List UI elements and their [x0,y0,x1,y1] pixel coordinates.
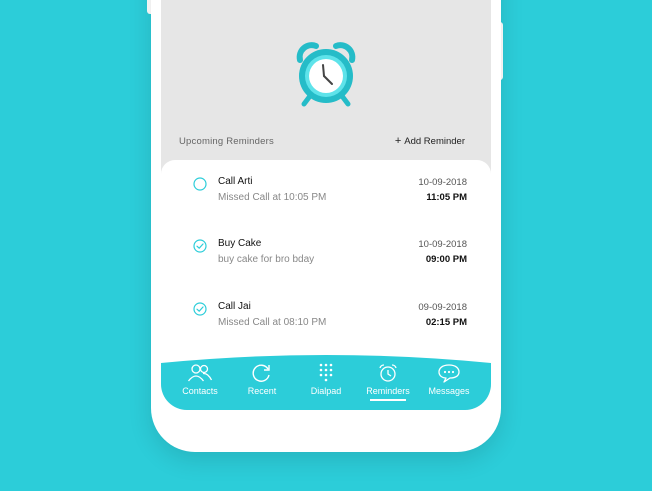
tab-recent[interactable]: Recent [231,363,293,407]
tab-label: Reminders [366,386,410,396]
tab-messages[interactable]: Messages [418,363,480,407]
tab-label: Messages [428,386,470,396]
app-screen: Upcoming Reminders + Add Reminder Call Ar… [161,0,491,410]
tab-dialpad[interactable]: Dialpad [295,363,357,407]
list-item[interactable]: Call Jai Missed Call at 08:10 PM 09-09-2… [161,289,491,339]
reminder-title: Buy Cake [218,238,262,249]
unchecked-circle-icon[interactable] [193,177,207,191]
chat-bubble-icon [438,364,460,383]
reminder-time: 02:15 PM [425,317,467,328]
reminder-date: 10-09-2018 [418,239,467,250]
contacts-icon [187,364,213,382]
list-item[interactable]: Buy Cake buy cake for bro bday 10-09-201… [161,226,491,276]
refresh-icon [252,364,270,382]
reminder-date: 10-09-2018 [418,177,467,188]
phone-frame: Upcoming Reminders + Add Reminder Call Ar… [151,0,501,452]
tab-label: Contacts [182,386,218,396]
reminder-title: Call Arti [218,176,253,187]
plus-icon: + [394,135,402,147]
reminder-date: 09-09-2018 [418,302,467,313]
checked-circle-icon[interactable] [193,239,207,253]
tab-label: Dialpad [310,386,342,396]
bottom-tab-bar: Contacts Recent Dialpad Reminders Messag… [161,353,491,410]
add-reminder-label: Add Reminder [404,136,465,147]
tab-contacts[interactable]: Contacts [169,363,231,407]
tab-reminders[interactable]: Reminders [357,363,419,407]
alarm-clock-icon [379,364,397,382]
active-tab-indicator [370,399,406,401]
reminder-subtitle: Missed Call at 08:10 PM [218,317,327,328]
reminder-subtitle: buy cake for bro bday [218,254,315,265]
reminder-title: Call Jai [218,301,251,312]
reminder-list: Call Arti Missed Call at 10:05 PM 10-09-… [161,160,491,370]
section-title: Upcoming Reminders [179,136,274,147]
checked-circle-icon[interactable] [193,302,207,316]
tab-label: Recent [247,386,277,396]
add-reminder-button[interactable]: + Add Reminder [395,135,465,147]
reminder-time: 09:00 PM [425,254,467,265]
list-item[interactable]: Call Arti Missed Call at 10:05 PM 10-09-… [161,164,491,214]
reminder-time: 11:05 PM [426,192,467,203]
hero-header: Upcoming Reminders + Add Reminder [161,0,491,160]
reminder-subtitle: Missed Call at 10:05 PM [218,192,327,203]
alarm-clock-icon [296,42,356,107]
dialpad-icon [319,363,333,382]
